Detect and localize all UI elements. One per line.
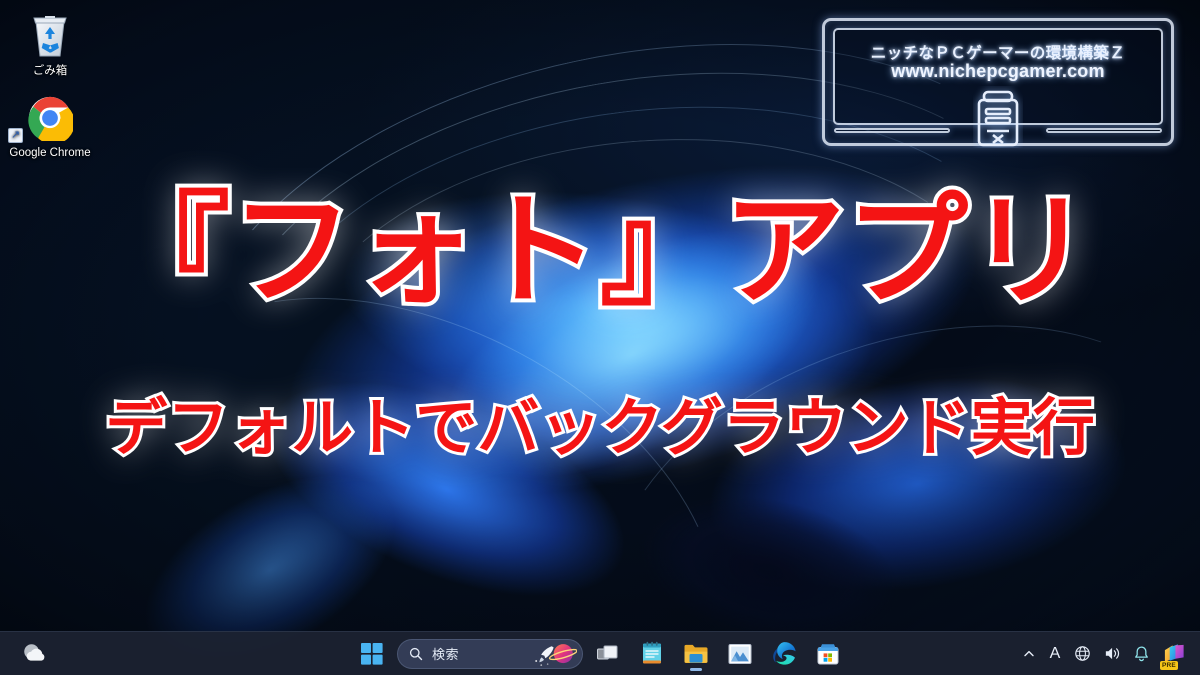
desktop-icon-label: Google Chrome — [9, 147, 91, 159]
ime-indicator[interactable]: A — [1043, 636, 1067, 672]
photos-icon — [728, 643, 752, 664]
watermark-keyboard-right — [1046, 128, 1162, 133]
overlay-subtitle: デフォルトでバックグラウンド実行 — [0, 388, 1200, 468]
notepad-icon — [643, 641, 661, 664]
bell-icon — [1135, 645, 1148, 661]
taskbar-item-notepad[interactable] — [633, 636, 671, 672]
search-icon — [409, 647, 423, 660]
overlay-title-text: 『フォト』アプリ — [104, 176, 1095, 326]
system-tray: A PRE — [1017, 636, 1192, 672]
shortcut-overlay-icon: ↗ — [8, 128, 23, 143]
desktop-pc-icon — [973, 86, 1023, 153]
overlay-title: 『フォト』アプリ — [0, 176, 1200, 326]
watermark-site-url: www.nichepcgamer.com — [891, 61, 1105, 81]
overlay-subtitle-text: デフォルトでバックグラウンド実行 — [102, 388, 1098, 467]
preview-badge: PRE — [1160, 660, 1178, 670]
taskbar-item-microsoft-edge[interactable] — [765, 636, 803, 672]
speaker-icon — [1105, 647, 1120, 660]
weather-widget[interactable] — [14, 636, 52, 672]
taskbar-center-group: 検索 — [353, 636, 847, 672]
site-watermark: ニッチなＰＣゲーマーの環境構築Ｚ www.nichepcgamer.com — [822, 18, 1174, 147]
recycle-bin-icon — [2, 10, 98, 62]
desktop-icon-google-chrome[interactable]: ↗ Google Chrome — [2, 92, 98, 160]
ime-indicator-label: A — [1049, 644, 1061, 662]
microsoft-store-icon — [817, 643, 839, 664]
desktop-icon-recycle-bin[interactable]: ごみ箱 — [2, 10, 98, 78]
taskbar-left-group — [14, 636, 52, 672]
task-view-icon — [597, 645, 618, 659]
weather-icon — [23, 644, 44, 661]
search-box[interactable]: 検索 — [397, 638, 583, 669]
taskbar-item-microsoft-store[interactable] — [809, 636, 847, 672]
desktop-icon-label: ごみ箱 — [32, 65, 68, 77]
chevron-up-icon — [1024, 650, 1034, 656]
windows-logo-icon — [361, 642, 383, 665]
google-chrome-icon: ↗ — [2, 92, 98, 144]
start-button[interactable] — [353, 636, 391, 672]
watermark-site-name: ニッチなＰＣゲーマーの環境構築Ｚ — [870, 45, 1126, 62]
globe-icon — [1075, 646, 1090, 661]
preview-app-icon[interactable]: PRE — [1157, 636, 1192, 672]
watermark-keyboard-left — [834, 128, 950, 133]
active-window-indicator — [690, 667, 702, 671]
rocket-planet-icon — [535, 643, 577, 666]
file-explorer-icon — [684, 644, 708, 663]
desktop-screen: ごみ箱 ↗ Google Chrome ニッチなＰＣゲーマーの環境構築Ｚ www… — [0, 0, 1200, 675]
volume-icon[interactable] — [1098, 636, 1126, 672]
notifications-bell-button[interactable] — [1128, 636, 1155, 672]
taskbar-item-task-view[interactable] — [589, 636, 627, 672]
taskbar: 検索 A PRE — [0, 631, 1200, 675]
taskbar-item-photos[interactable] — [721, 636, 759, 672]
network-icon[interactable] — [1069, 636, 1096, 672]
search-placeholder: 検索 — [432, 647, 460, 662]
taskbar-item-file-explorer[interactable] — [677, 636, 715, 672]
edge-icon — [772, 642, 796, 665]
show-hidden-icons-button[interactable] — [1017, 636, 1041, 672]
